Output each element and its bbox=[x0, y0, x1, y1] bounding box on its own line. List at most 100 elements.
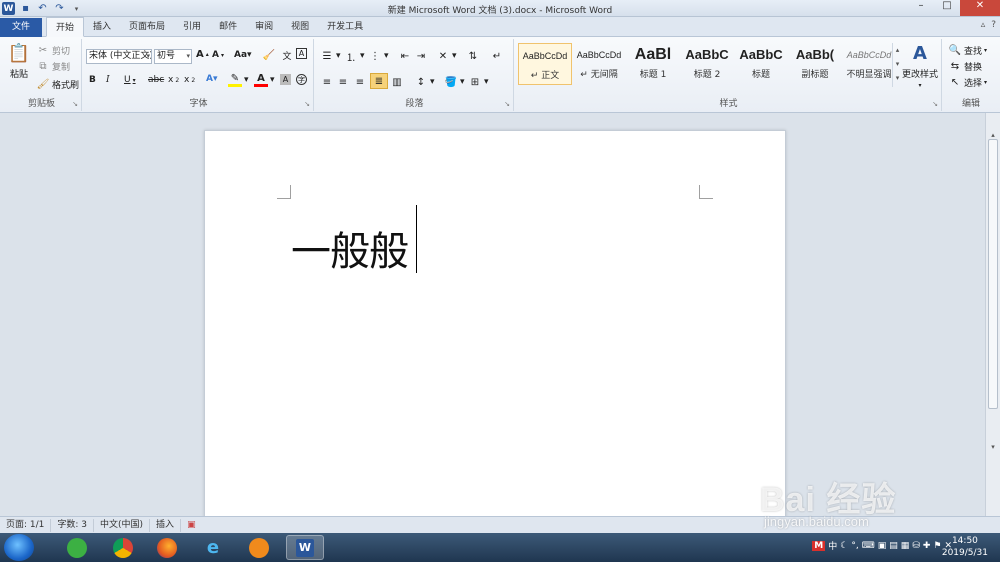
tray-app-icon[interactable]: ▣ bbox=[878, 541, 887, 551]
styles-launcher-icon[interactable]: ↘ bbox=[932, 100, 938, 108]
taskbar-app-firefox[interactable] bbox=[148, 535, 186, 560]
tray-app-icon-3[interactable]: ▦ bbox=[901, 541, 910, 551]
tab-view[interactable]: 视图 bbox=[282, 17, 318, 37]
moon-icon[interactable]: ☾ bbox=[840, 541, 848, 551]
taskbar-clock[interactable]: 14:50 2019/5/31 bbox=[942, 535, 988, 559]
font-size-select[interactable]: 初号 ▾ bbox=[154, 49, 192, 64]
flag-icon[interactable]: ⚑ bbox=[933, 541, 941, 551]
text-effects-button[interactable]: A▾ bbox=[206, 74, 217, 84]
strikethrough-button[interactable]: abc bbox=[148, 75, 164, 85]
replace-button[interactable]: ⇆ 替换 bbox=[948, 59, 982, 73]
tab-developer[interactable]: 开发工具 bbox=[318, 17, 372, 37]
character-shading-button[interactable]: A bbox=[280, 74, 291, 85]
bold-button[interactable]: B bbox=[89, 75, 96, 85]
keyboard-icon[interactable]: ⌨ bbox=[862, 541, 875, 551]
taskbar-app-chrome[interactable] bbox=[104, 535, 142, 560]
punctuation-icon[interactable]: °, bbox=[851, 541, 858, 551]
numbering-button[interactable]: ⒈ ▾ bbox=[344, 49, 365, 64]
scrollbar-thumb[interactable] bbox=[988, 139, 998, 409]
shading-button[interactable]: 🪣 ▾ bbox=[444, 75, 465, 89]
ime-mode[interactable]: 中 bbox=[828, 539, 837, 552]
decrease-indent-button[interactable]: ⇤ bbox=[398, 49, 412, 63]
status-page[interactable]: 页面: 1/1 bbox=[0, 518, 52, 532]
tab-mailings[interactable]: 邮件 bbox=[210, 17, 246, 37]
network-icon[interactable]: ⛁ bbox=[912, 541, 920, 551]
document-text[interactable]: 一般般 bbox=[291, 219, 409, 277]
align-left-button[interactable]: ≡ bbox=[320, 75, 334, 89]
tab-insert[interactable]: 插入 bbox=[84, 17, 120, 37]
style-heading-1[interactable]: AaBl 标题 1 bbox=[626, 43, 680, 85]
status-mode[interactable]: 插入 bbox=[150, 518, 182, 532]
phonetic-guide-button[interactable]: 文 bbox=[280, 48, 294, 62]
paragraph-group-label: 段落 bbox=[405, 99, 424, 109]
line-spacing-button[interactable]: ↕ ▾ bbox=[414, 75, 435, 89]
taskbar-app-360[interactable] bbox=[58, 535, 96, 560]
start-button[interactable] bbox=[4, 534, 34, 561]
status-words[interactable]: 字数: 3 bbox=[51, 518, 95, 532]
enclose-characters-button[interactable]: 字 bbox=[296, 74, 307, 85]
clipboard-launcher-icon[interactable]: ↘ bbox=[72, 100, 78, 108]
scroll-up-icon[interactable]: ▴ bbox=[986, 131, 1000, 139]
document-page[interactable]: 一般般 bbox=[204, 130, 786, 516]
paste-button[interactable]: 📋 粘贴 bbox=[6, 41, 32, 81]
help-icon[interactable]: ? bbox=[991, 20, 996, 30]
ime-logo-icon[interactable]: M bbox=[812, 540, 826, 551]
underline-button[interactable]: U ▾ bbox=[124, 75, 136, 85]
chevron-down-icon: ▾ bbox=[146, 52, 150, 60]
style-heading-2[interactable]: AaBbC 标题 2 bbox=[680, 43, 734, 85]
tray-app-icon-2[interactable]: ▤ bbox=[889, 541, 898, 551]
tab-home[interactable]: 开始 bbox=[46, 17, 85, 37]
style-title[interactable]: AaBbC 标题 bbox=[734, 43, 788, 85]
close-button[interactable]: ✕ bbox=[960, 0, 1000, 16]
align-center-button[interactable]: ≡ bbox=[336, 75, 350, 89]
maximize-button[interactable]: □ bbox=[934, 0, 960, 16]
select-button[interactable]: ↖ 选择 ▾ bbox=[948, 75, 987, 89]
change-styles-button[interactable]: A 更改样式 ▾ bbox=[900, 41, 940, 90]
tab-file[interactable]: 文件 bbox=[0, 18, 42, 37]
font-color-button[interactable]: A ▾ bbox=[254, 73, 275, 87]
multilevel-list-button[interactable]: ⋮ ▾ bbox=[368, 49, 389, 63]
shrink-font-button[interactable]: A ▾ bbox=[212, 50, 224, 60]
borders-button[interactable]: ⊞ ▾ bbox=[468, 75, 489, 89]
bullets-button[interactable]: ☰ ▾ bbox=[320, 49, 341, 63]
superscript-button[interactable]: x2 bbox=[184, 75, 195, 85]
increase-indent-button[interactable]: ⇥ bbox=[414, 49, 428, 63]
font-name-select[interactable]: 宋体 (中文正文) ▾ bbox=[86, 49, 152, 64]
grow-font-button[interactable]: A ▴ bbox=[196, 49, 209, 60]
change-case-button[interactable]: Aa▾ bbox=[234, 50, 252, 60]
paragraph-launcher-icon[interactable]: ↘ bbox=[504, 100, 510, 108]
tab-page-layout[interactable]: 页面布局 bbox=[120, 17, 174, 37]
style-subtle-emphasis[interactable]: AaBbCcDd 不明显强调 bbox=[842, 43, 896, 85]
style-no-spacing[interactable]: AaBbCcDd ↵ 无间隔 bbox=[572, 43, 626, 85]
clear-formatting-button[interactable]: 🧹 bbox=[262, 48, 276, 62]
format-painter-button[interactable]: 🖌 格式刷 bbox=[36, 77, 79, 91]
justify-button[interactable]: ≣ bbox=[370, 73, 388, 89]
clear-format-icon: 🧹 bbox=[262, 49, 276, 61]
chinese-layout-button[interactable]: ✕ ▾ bbox=[436, 49, 457, 63]
minimize-ribbon-icon[interactable]: ▵ bbox=[981, 20, 986, 30]
distributed-button[interactable]: ▥ bbox=[390, 75, 404, 89]
scroll-down-icon[interactable]: ▾ bbox=[986, 443, 1000, 451]
macro-record-icon[interactable]: ▣ bbox=[181, 519, 202, 532]
minimize-button[interactable]: – bbox=[908, 0, 934, 16]
character-border-button[interactable]: A bbox=[296, 48, 307, 59]
italic-button[interactable]: I bbox=[106, 75, 110, 85]
cut-button[interactable]: ✂ 剪切 bbox=[36, 43, 70, 57]
taskbar-app-ie[interactable]: e bbox=[194, 535, 232, 560]
sort-button[interactable]: ⇅ bbox=[466, 49, 480, 63]
font-launcher-icon[interactable]: ↘ bbox=[304, 100, 310, 108]
style-normal[interactable]: AaBbCcDd ↵ 正文 bbox=[518, 43, 572, 85]
find-button[interactable]: 🔍 查找 ▾ bbox=[948, 43, 987, 57]
tab-references[interactable]: 引用 bbox=[174, 17, 210, 37]
status-language[interactable]: 中文(中国) bbox=[94, 518, 151, 532]
security-icon[interactable]: ✚ bbox=[923, 541, 931, 551]
taskbar-app-orange[interactable] bbox=[240, 535, 278, 560]
taskbar-app-word[interactable]: W bbox=[286, 535, 324, 560]
style-subtitle[interactable]: AaBb( 副标题 bbox=[788, 43, 842, 85]
copy-button[interactable]: ⧉ 复制 bbox=[36, 59, 70, 73]
subscript-button[interactable]: x2 bbox=[168, 75, 179, 85]
highlight-button[interactable]: ✎ ▾ bbox=[228, 73, 249, 87]
align-right-button[interactable]: ≡ bbox=[353, 75, 367, 89]
show-marks-button[interactable]: ↵ bbox=[490, 49, 504, 63]
tab-review[interactable]: 审阅 bbox=[246, 17, 282, 37]
